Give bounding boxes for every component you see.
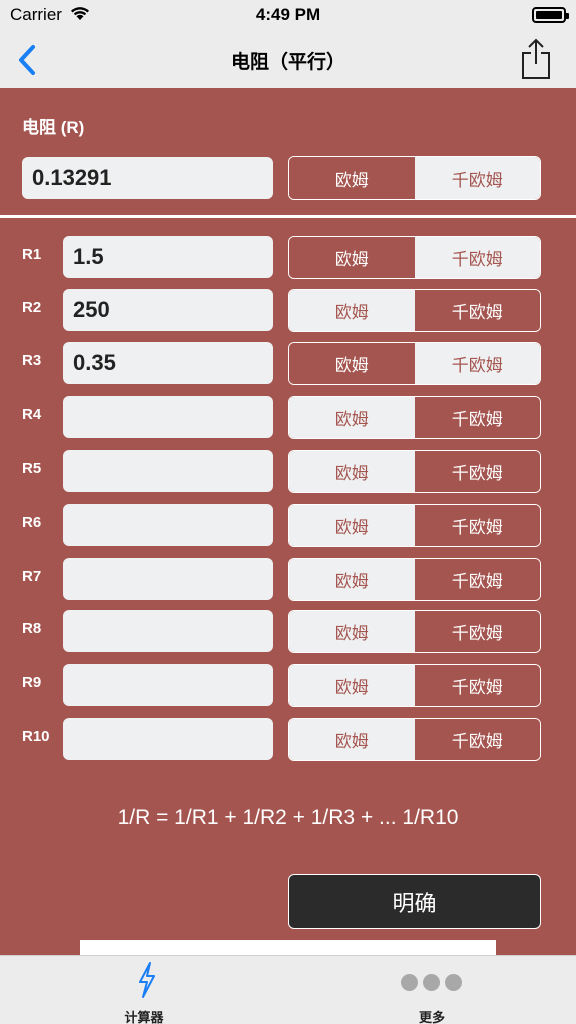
unit-option-ohm[interactable]: 欧姆: [289, 505, 415, 546]
unit-selector-r3[interactable]: 欧姆 千欧姆: [288, 342, 541, 385]
unit-option-ohm[interactable]: 欧姆: [289, 237, 415, 278]
tab-bar: 计算器 更多: [0, 955, 576, 1024]
unit-option-ohm[interactable]: 欧姆: [289, 290, 415, 331]
resistor-input-r4[interactable]: [63, 396, 273, 438]
tab-more[interactable]: 更多: [288, 956, 576, 1024]
resistor-input-r6[interactable]: [63, 504, 273, 546]
unit-option-ohm[interactable]: 欧姆: [289, 559, 415, 600]
unit-selector-r10[interactable]: 欧姆 千欧姆: [288, 718, 541, 761]
unit-selector-r4[interactable]: 欧姆 千欧姆: [288, 396, 541, 439]
more-dots-icon: [401, 974, 465, 992]
tab-calculator-label: 计算器: [124, 1010, 164, 1024]
resistor-input-r3[interactable]: 0.35: [63, 342, 273, 384]
clock: 4:49 PM: [255, 5, 321, 24]
unit-option-ohm[interactable]: 欧姆: [289, 665, 415, 706]
unit-option-ohm[interactable]: 欧姆: [289, 611, 415, 652]
divider: [0, 215, 576, 218]
resistor-label-r5: R5: [22, 460, 42, 477]
resistor-input-r7[interactable]: [63, 558, 273, 600]
resistor-input-r2[interactable]: 250: [63, 289, 273, 331]
resistor-label-r3: R3: [22, 352, 42, 369]
navigation-bar: 电阻（平行）: [0, 30, 576, 88]
unit-option-ohm[interactable]: 欧姆: [289, 157, 415, 199]
resistor-label-r6: R6: [22, 514, 42, 531]
resistor-label-r4: R4: [22, 406, 42, 423]
top-bar: Carrier 4:49 PM 电阻（平行）: [0, 0, 576, 88]
unit-selector-r5[interactable]: 欧姆 千欧姆: [288, 450, 541, 493]
unit-option-ohm[interactable]: 欧姆: [289, 343, 415, 384]
share-icon[interactable]: [520, 38, 552, 80]
resistor-label-r10: R10: [22, 728, 50, 745]
result-label: 电阻 (R): [22, 118, 85, 137]
battery-icon: [532, 7, 569, 23]
ad-banner[interactable]: [80, 940, 496, 955]
resistor-input-r8[interactable]: [63, 610, 273, 652]
unit-option-kiloohm[interactable]: 千欧姆: [414, 290, 540, 331]
resistor-label-r2: R2: [22, 299, 42, 316]
unit-selector-r7[interactable]: 欧姆 千欧姆: [288, 558, 541, 601]
unit-selector-r9[interactable]: 欧姆 千欧姆: [288, 664, 541, 707]
unit-option-kiloohm[interactable]: 千欧姆: [414, 343, 540, 384]
resistor-label-r8: R8: [22, 620, 42, 637]
unit-option-kiloohm[interactable]: 千欧姆: [414, 397, 540, 438]
resistor-label-r1: R1: [22, 246, 42, 263]
resistor-label-r7: R7: [22, 568, 42, 585]
unit-option-ohm[interactable]: 欧姆: [289, 397, 415, 438]
unit-option-kiloohm[interactable]: 千欧姆: [414, 719, 540, 760]
unit-option-kiloohm[interactable]: 千欧姆: [414, 611, 540, 652]
tab-calculator[interactable]: 计算器: [0, 956, 288, 1024]
lightning-icon: [139, 962, 155, 998]
unit-option-ohm[interactable]: 欧姆: [289, 719, 415, 760]
unit-option-kiloohm[interactable]: 千欧姆: [414, 665, 540, 706]
clear-button[interactable]: 明确: [288, 874, 541, 929]
resistor-input-r1[interactable]: 1.5: [63, 236, 273, 278]
unit-option-kiloohm[interactable]: 千欧姆: [414, 505, 540, 546]
result-unit-selector[interactable]: 欧姆 千欧姆: [288, 156, 541, 200]
unit-option-kiloohm[interactable]: 千欧姆: [414, 559, 540, 600]
resistor-input-r5[interactable]: [63, 450, 273, 492]
unit-option-kiloohm[interactable]: 千欧姆: [414, 451, 540, 492]
unit-selector-r1[interactable]: 欧姆 千欧姆: [288, 236, 541, 279]
unit-option-ohm[interactable]: 欧姆: [289, 451, 415, 492]
unit-option-kiloohm[interactable]: 千欧姆: [414, 157, 540, 199]
formula-text: 1/R = 1/R1 + 1/R2 + 1/R3 + ... 1/R10: [117, 806, 459, 829]
resistor-label-r9: R9: [22, 674, 42, 691]
result-field[interactable]: 0.13291: [22, 157, 273, 199]
calculator-panel: 电阻 (R) 0.13291 欧姆 千欧姆 R1 1.5 欧姆 千欧姆 R2 250 欧姆千…: [0, 88, 576, 955]
unit-selector-r2[interactable]: 欧姆 千欧姆: [288, 289, 541, 332]
unit-selector-r8[interactable]: 欧姆 千欧姆: [288, 610, 541, 653]
tab-more-label: 更多: [418, 1010, 445, 1024]
page-title: 电阻（平行）: [230, 52, 345, 73]
resistor-input-r10[interactable]: [63, 718, 273, 760]
unit-option-kiloohm[interactable]: 千欧姆: [414, 237, 540, 278]
resistor-input-r9[interactable]: [63, 664, 273, 706]
unit-selector-r6[interactable]: 欧姆 千欧姆: [288, 504, 541, 547]
status-bar: Carrier 4:49 PM: [0, 0, 576, 30]
